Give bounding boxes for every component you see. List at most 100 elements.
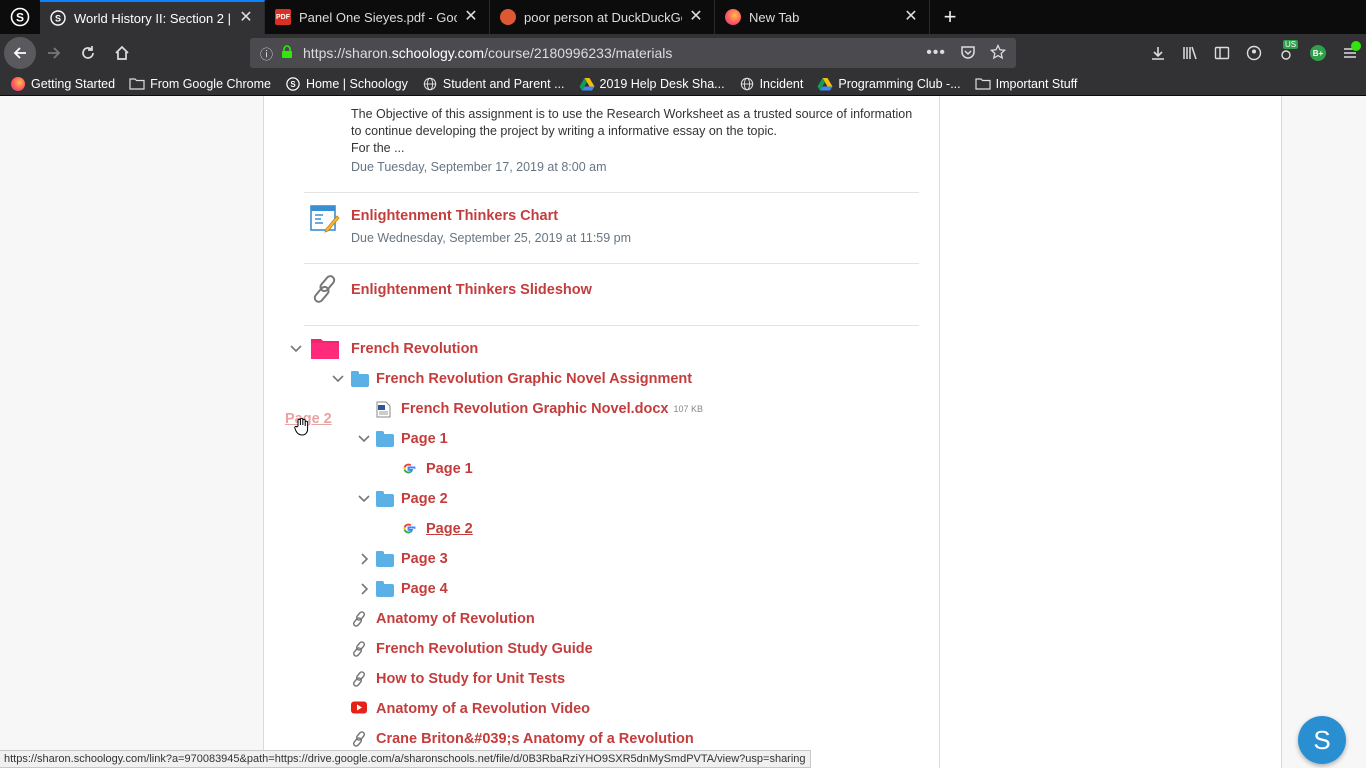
menu-icon[interactable] [1334,37,1366,69]
new-tab-button[interactable]: + [930,0,970,34]
info-icon[interactable]: ⓘ [260,44,273,63]
chevron-down-icon[interactable] [330,371,346,387]
bookmark-student-and-parent[interactable]: Student and Parent ... [422,76,565,92]
close-icon[interactable]: ✕ [688,9,704,25]
bookmark-programming-club[interactable]: Programming Club -... [817,76,961,92]
folder-title[interactable]: Page 3 [401,551,448,567]
chevron-right-icon[interactable] [356,581,372,597]
right-sidebar [940,96,1282,768]
folder-icon [129,76,145,92]
sidebar-icon[interactable] [1206,37,1238,69]
tab-new-tab[interactable]: New Tab ✕ [715,0,930,34]
bookmark-home-schoology[interactable]: S Home | Schoology [285,76,408,92]
chevron-down-icon[interactable] [288,341,304,357]
tab-panel-one-pdf[interactable]: PDF Panel One Sieyes.pdf - Google ✕ [265,0,490,34]
library-icon[interactable] [1174,37,1206,69]
folder-title[interactable]: French Revolution Graphic Novel Assignme… [376,371,692,387]
link-icon [351,641,367,657]
link-icon [351,731,367,747]
bookmarks-toolbar: Getting Started From Google Chrome S Hom… [0,72,1366,96]
file-title[interactable]: French Revolution Graphic Novel.docx [401,401,669,417]
chevron-down-icon[interactable] [356,431,372,447]
bookmark-help-desk[interactable]: 2019 Help Desk Sha... [579,76,725,92]
google-drive-icon [579,76,595,92]
folder-icon [376,581,394,597]
tab-world-history[interactable]: S World History II: Section 2 | Sch ✕ [40,0,265,34]
link-title[interactable]: French Revolution Study Guide [376,641,593,657]
link-crane-briton[interactable]: Crane Briton&#039;s Anatomy of a Revolut… [376,731,694,747]
divider [304,263,919,264]
doc-title[interactable]: Page 1 [426,461,473,477]
link-anatomy-of-revolution[interactable]: Anatomy of Revolution [376,611,535,627]
close-icon[interactable]: ✕ [238,10,254,26]
update-icon [1351,41,1361,51]
chat-button[interactable]: S [1298,716,1346,764]
downloads-icon[interactable] [1142,37,1174,69]
tab-title: poor person at DuckDuckGo [524,9,682,25]
reload-icon [82,46,94,59]
folder-title[interactable]: French Revolution [351,341,478,357]
doc-page-2[interactable]: Page 2 [426,521,473,537]
folder-french-revolution[interactable]: French Revolution [351,341,478,357]
globe-icon [422,76,438,92]
folder-page-3[interactable]: Page 3 [401,551,448,567]
link-title[interactable]: How to Study for Unit Tests [376,671,565,687]
bookmark-star-icon[interactable] [989,43,1007,63]
folder-title[interactable]: Page 4 [401,581,448,597]
tab-title: Panel One Sieyes.pdf - Google [299,9,457,25]
assignment-enlightenment-chart[interactable]: Enlightenment Thinkers Chart [351,208,558,224]
globe-icon [739,76,755,92]
page-actions-icon[interactable]: ••• [926,44,946,62]
forward-button[interactable] [38,37,70,69]
link-icon [310,274,340,304]
pocket-icon[interactable] [960,44,976,63]
close-icon[interactable]: ✕ [903,9,919,25]
navigation-toolbar: ⓘ https://sharon.schoology.com/course/21… [0,34,1366,72]
svg-text:S: S [16,11,24,25]
link-title[interactable]: Anatomy of Revolution [376,611,535,627]
toolbar-right: US B+ [1142,34,1366,72]
url-bar[interactable]: ⓘ https://sharon.schoology.com/course/21… [250,38,1016,68]
bookmark-getting-started[interactable]: Getting Started [10,76,115,92]
bookmark-from-google-chrome[interactable]: From Google Chrome [129,76,271,92]
file-graphic-novel-docx[interactable]: French Revolution Graphic Novel.docx 107… [401,401,703,417]
reload-button[interactable] [72,37,104,69]
link-title[interactable]: Enlightenment Thinkers Slideshow [351,282,592,298]
link-enlightenment-slideshow[interactable]: Enlightenment Thinkers Slideshow [351,282,592,298]
folder-page-4[interactable]: Page 4 [401,581,448,597]
link-study-guide[interactable]: French Revolution Study Guide [376,641,593,657]
assignment-title[interactable]: Enlightenment Thinkers Chart [351,208,558,224]
bookmark-incident[interactable]: Incident [739,76,803,92]
bookmark-important-stuff[interactable]: Important Stuff [975,76,1077,92]
folder-page-1[interactable]: Page 1 [401,431,448,447]
lock-icon[interactable] [281,44,293,62]
link-how-to-study[interactable]: How to Study for Unit Tests [376,671,565,687]
extension-badge: US [1283,40,1299,49]
folder-graphic-novel-assignment[interactable]: French Revolution Graphic Novel Assignme… [376,371,692,387]
chevron-down-icon[interactable] [356,491,372,507]
tab-bar: S S World History II: Section 2 | Sch ✕ … [0,0,1366,34]
tab-duckduckgo[interactable]: poor person at DuckDuckGo ✕ [490,0,715,34]
folder-title[interactable]: Page 2 [401,491,448,507]
video-title[interactable]: Anatomy of a Revolution Video [376,701,590,717]
folder-title[interactable]: Page 1 [401,431,448,447]
home-button[interactable] [106,37,138,69]
svg-text:S: S [55,14,61,24]
doc-title[interactable]: Page 2 [426,521,473,537]
schoology-app-icon[interactable]: S [0,0,40,34]
extension-us-icon[interactable]: US [1270,37,1302,69]
chevron-right-icon[interactable] [356,551,372,567]
video-anatomy-of-revolution[interactable]: Anatomy of a Revolution Video [376,701,590,717]
back-button[interactable] [4,37,36,69]
extension-b-icon[interactable]: B+ [1302,37,1334,69]
doc-page-1[interactable]: Page 1 [426,461,473,477]
url-text[interactable]: https://sharon.schoology.com/course/2180… [303,45,926,61]
schoology-icon: S [285,76,301,92]
close-icon[interactable]: ✕ [463,9,479,25]
folder-page-2[interactable]: Page 2 [401,491,448,507]
link-title[interactable]: Crane Briton&#039;s Anatomy of a Revolut… [376,731,694,747]
account-icon[interactable] [1238,37,1270,69]
divider [304,192,919,193]
schoology-icon: S [50,10,66,26]
due-date: Due Tuesday, September 17, 2019 at 8:00 … [351,160,607,174]
